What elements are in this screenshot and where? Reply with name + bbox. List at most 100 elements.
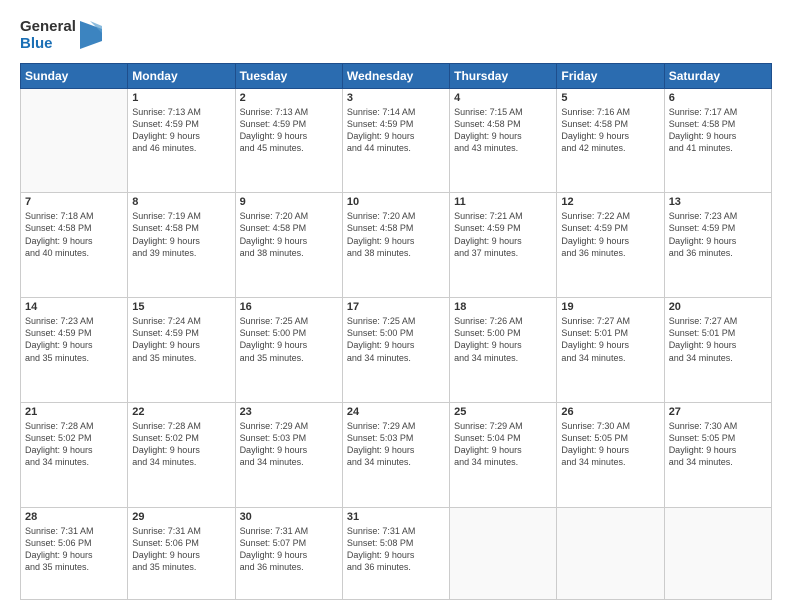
calendar-cell: 18Sunrise: 7:26 AM Sunset: 5:00 PM Dayli… [450,298,557,403]
day-info: Sunrise: 7:31 AM Sunset: 5:06 PM Dayligh… [132,525,230,574]
calendar-header-saturday: Saturday [664,63,771,88]
day-info: Sunrise: 7:27 AM Sunset: 5:01 PM Dayligh… [561,315,659,364]
calendar-cell: 24 Sunrise: 7:29 AM Sunset: 5:03 PM Dayli… [342,403,449,508]
day-info: Sunrise: 7:29 AM Sunset: 5:03 PM Dayligh… [347,420,445,469]
day-info: Sunrise: 7:27 AM Sunset: 5:01 PM Dayligh… [669,315,767,364]
day-info: Sunrise: 7:28 AM Sunset: 5:02 PM Dayligh… [132,420,230,469]
calendar-header-friday: Friday [557,63,664,88]
logo-wordmark: General Blue [20,18,102,53]
calendar-header-thursday: Thursday [450,63,557,88]
day-number: 19 [561,301,659,313]
day-number: 2 [240,92,338,104]
day-info: Sunrise: 7:23 AM Sunset: 4:59 PM Dayligh… [25,315,123,364]
day-info: Sunrise: 7:23 AM Sunset: 4:59 PM Dayligh… [669,210,767,259]
calendar-cell: 21 Sunrise: 7:28 AM Sunset: 5:02 PM Dayli… [21,403,128,508]
day-info: Sunrise: 7:31 AM Sunset: 5:08 PM Dayligh… [347,525,445,574]
calendar-week-3: 14 Sunrise: 7:23 AM Sunset: 4:59 PM Dayli… [21,298,772,403]
calendar-cell: 16Sunrise: 7:25 AM Sunset: 5:00 PM Dayli… [235,298,342,403]
day-number: 24 [347,406,445,418]
calendar-cell: 7 Sunrise: 7:18 AM Sunset: 4:58 PM Daylig… [21,193,128,298]
calendar-cell: 19 Sunrise: 7:27 AM Sunset: 5:01 PM Dayli… [557,298,664,403]
day-info: Sunrise: 7:29 AM Sunset: 5:03 PM Dayligh… [240,420,338,469]
day-info: Sunrise: 7:13 AM Sunset: 4:59 PM Dayligh… [240,106,338,155]
calendar-cell: 29 Sunrise: 7:31 AM Sunset: 5:06 PM Dayli… [128,507,235,599]
day-info: Sunrise: 7:24 AM Sunset: 4:59 PM Dayligh… [132,315,230,364]
day-number: 10 [347,196,445,208]
day-number: 31 [347,511,445,523]
calendar-cell: 8Sunrise: 7:19 AM Sunset: 4:58 PM Daylig… [128,193,235,298]
calendar-table: SundayMondayTuesdayWednesdayThursdayFrid… [20,63,772,601]
day-info: Sunrise: 7:17 AM Sunset: 4:58 PM Dayligh… [669,106,767,155]
day-number: 28 [25,511,123,523]
day-number: 22 [132,406,230,418]
calendar-cell [664,507,771,599]
day-number: 3 [347,92,445,104]
day-number: 9 [240,196,338,208]
calendar-cell: 23 Sunrise: 7:29 AM Sunset: 5:03 PM Dayli… [235,403,342,508]
day-number: 23 [240,406,338,418]
calendar-week-4: 21 Sunrise: 7:28 AM Sunset: 5:02 PM Dayli… [21,403,772,508]
day-number: 27 [669,406,767,418]
calendar-cell: 25Sunrise: 7:29 AM Sunset: 5:04 PM Dayli… [450,403,557,508]
header: General Blue [20,18,772,53]
day-info: Sunrise: 7:31 AM Sunset: 5:06 PM Dayligh… [25,525,123,574]
calendar-cell [557,507,664,599]
day-number: 21 [25,406,123,418]
day-info: Sunrise: 7:19 AM Sunset: 4:58 PM Dayligh… [132,210,230,259]
calendar-cell: 10Sunrise: 7:20 AM Sunset: 4:58 PM Dayli… [342,193,449,298]
calendar-cell: 4Sunrise: 7:15 AM Sunset: 4:58 PM Daylig… [450,88,557,193]
day-number: 18 [454,301,552,313]
day-number: 7 [25,196,123,208]
day-info: Sunrise: 7:13 AM Sunset: 4:59 PM Dayligh… [132,106,230,155]
day-number: 20 [669,301,767,313]
day-number: 11 [454,196,552,208]
calendar-cell: 17 Sunrise: 7:25 AM Sunset: 5:00 PM Dayli… [342,298,449,403]
day-info: Sunrise: 7:18 AM Sunset: 4:58 PM Dayligh… [25,210,123,259]
day-number: 4 [454,92,552,104]
calendar-cell: 13 Sunrise: 7:23 AM Sunset: 4:59 PM Dayli… [664,193,771,298]
day-info: Sunrise: 7:16 AM Sunset: 4:58 PM Dayligh… [561,106,659,155]
calendar-cell: 31 Sunrise: 7:31 AM Sunset: 5:08 PM Dayli… [342,507,449,599]
calendar-cell: 15Sunrise: 7:24 AM Sunset: 4:59 PM Dayli… [128,298,235,403]
day-number: 14 [25,301,123,313]
day-number: 5 [561,92,659,104]
logo-blue: Blue [20,35,76,52]
logo-bird-icon [80,21,102,49]
day-info: Sunrise: 7:22 AM Sunset: 4:59 PM Dayligh… [561,210,659,259]
day-info: Sunrise: 7:28 AM Sunset: 5:02 PM Dayligh… [25,420,123,469]
calendar-header-monday: Monday [128,63,235,88]
day-number: 25 [454,406,552,418]
day-number: 29 [132,511,230,523]
day-info: Sunrise: 7:30 AM Sunset: 5:05 PM Dayligh… [669,420,767,469]
calendar-cell: 9 Sunrise: 7:20 AM Sunset: 4:58 PM Daylig… [235,193,342,298]
day-info: Sunrise: 7:30 AM Sunset: 5:05 PM Dayligh… [561,420,659,469]
calendar-header-wednesday: Wednesday [342,63,449,88]
logo: General Blue [20,18,102,53]
day-number: 30 [240,511,338,523]
calendar-header-sunday: Sunday [21,63,128,88]
day-info: Sunrise: 7:25 AM Sunset: 5:00 PM Dayligh… [240,315,338,364]
calendar-week-2: 7 Sunrise: 7:18 AM Sunset: 4:58 PM Daylig… [21,193,772,298]
day-number: 12 [561,196,659,208]
calendar-cell: 1 Sunrise: 7:13 AM Sunset: 4:59 PM Daylig… [128,88,235,193]
calendar-cell: 11Sunrise: 7:21 AM Sunset: 4:59 PM Dayli… [450,193,557,298]
day-info: Sunrise: 7:20 AM Sunset: 4:58 PM Dayligh… [240,210,338,259]
calendar-cell: 27 Sunrise: 7:30 AM Sunset: 5:05 PM Dayli… [664,403,771,508]
day-info: Sunrise: 7:31 AM Sunset: 5:07 PM Dayligh… [240,525,338,574]
calendar-cell: 3Sunrise: 7:14 AM Sunset: 4:59 PM Daylig… [342,88,449,193]
day-number: 13 [669,196,767,208]
day-info: Sunrise: 7:25 AM Sunset: 5:00 PM Dayligh… [347,315,445,364]
day-number: 26 [561,406,659,418]
logo-general: General [20,18,76,35]
calendar-header-tuesday: Tuesday [235,63,342,88]
calendar-cell: 20 Sunrise: 7:27 AM Sunset: 5:01 PM Dayli… [664,298,771,403]
calendar-cell: 2 Sunrise: 7:13 AM Sunset: 4:59 PM Daylig… [235,88,342,193]
calendar-cell: 6 Sunrise: 7:17 AM Sunset: 4:58 PM Daylig… [664,88,771,193]
day-number: 6 [669,92,767,104]
day-number: 1 [132,92,230,104]
calendar-cell: 12 Sunrise: 7:22 AM Sunset: 4:59 PM Dayli… [557,193,664,298]
page: General Blue SundayMondayTuesdayWednesda… [0,0,792,612]
calendar-cell: 14 Sunrise: 7:23 AM Sunset: 4:59 PM Dayli… [21,298,128,403]
calendar-week-1: 1 Sunrise: 7:13 AM Sunset: 4:59 PM Daylig… [21,88,772,193]
day-number: 17 [347,301,445,313]
